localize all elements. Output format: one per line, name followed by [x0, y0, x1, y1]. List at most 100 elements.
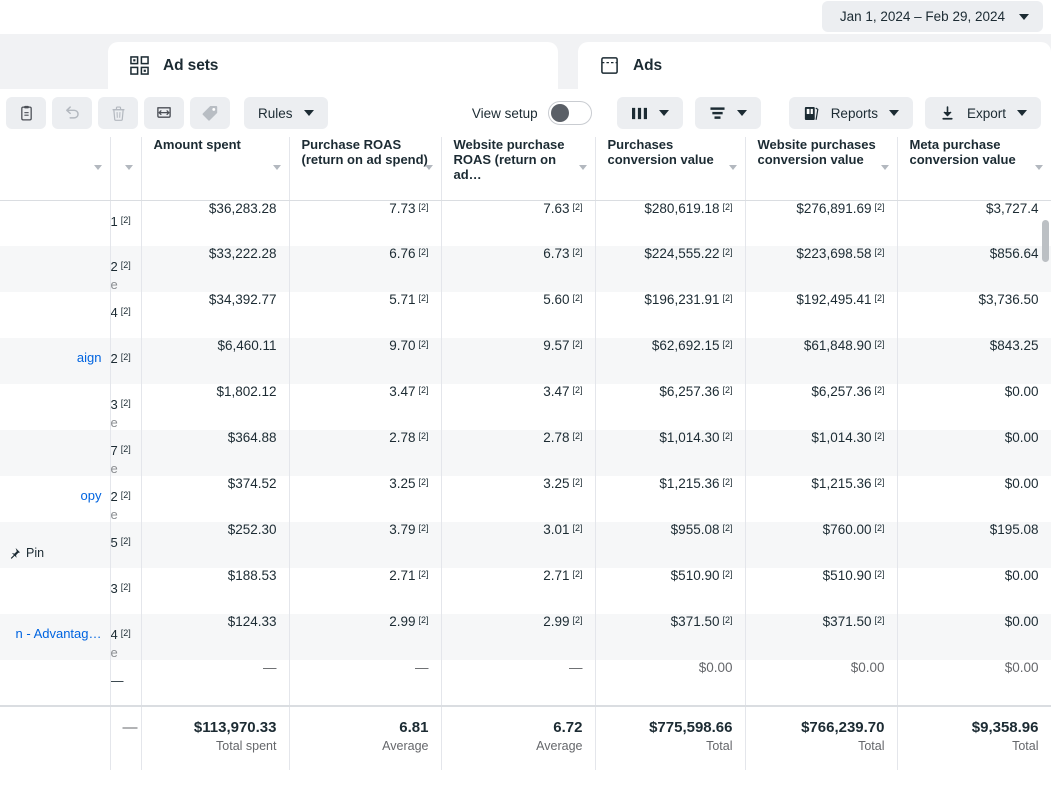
campaign-name-link[interactable]: opy — [81, 488, 102, 503]
campaign-name-cell[interactable] — [0, 384, 111, 430]
ab-test-button[interactable] — [144, 97, 184, 129]
footnote-marker: [2] — [722, 615, 733, 625]
undo-button[interactable] — [52, 97, 92, 129]
purchase-roas-cell: 3.47 [2] — [289, 384, 442, 430]
table-row[interactable]: 3 [2] $188.53 2.71 [2] 2.71 [2] $510.90 [2] $510.… — [0, 568, 1051, 614]
campaign-name-cell[interactable] — [0, 200, 111, 246]
column-header-name[interactable] — [0, 137, 111, 201]
chevron-down-icon[interactable] — [272, 165, 281, 170]
chevron-down-icon[interactable] — [93, 165, 102, 170]
table-row[interactable]: — — — — $0.00 $0.00 $0.00 — [0, 660, 1051, 706]
purchases-conversion-value-cell: $955.08 [2] — [595, 522, 746, 568]
footnote-marker: [2] — [874, 477, 885, 487]
footnote-marker: [2] — [572, 523, 583, 533]
column-header-results[interactable] — [110, 137, 142, 201]
chevron-down-icon — [1017, 110, 1027, 116]
footnote-marker: [2] — [120, 306, 131, 316]
results-value: 2 [2] — [110, 259, 131, 274]
purchases-conversion-value-cell: $0.00 — [595, 660, 746, 706]
chevron-down-icon[interactable] — [880, 165, 889, 170]
table-row[interactable]: Pin 5 [2] $252.30 3.79 [2] 3.01 [2] $955.08 [2] $7… — [0, 522, 1051, 568]
pin-button[interactable]: Pin — [8, 546, 44, 560]
chevron-down-icon[interactable] — [1034, 165, 1043, 170]
campaign-name-cell[interactable] — [0, 430, 111, 476]
totals-meta-purchase-conversion-value: $9,358.96 Total — [897, 705, 1051, 770]
chevron-down-icon[interactable] — [124, 165, 133, 170]
table-row[interactable]: 3 [2] e $1,802.12 3.47 [2] 3.47 [2] $6,257.36 [2]… — [0, 384, 1051, 430]
footnote-marker: [2] — [418, 293, 429, 303]
website-purchases-conversion-value-cell: $192,495.41 [2] — [745, 292, 898, 338]
results-value: — — [110, 673, 124, 688]
campaign-name-cell[interactable] — [0, 292, 111, 338]
rules-button[interactable]: Rules — [244, 97, 328, 129]
column-header-website-purchases-conversion-value[interactable]: Website purchases conversion value — [745, 137, 898, 201]
table-row[interactable]: n - Advantag… 4 [2] e $124.33 2.99 [2] 2.99 [2] $… — [0, 614, 1051, 660]
columns-button[interactable] — [616, 97, 683, 129]
table-row[interactable]: 7 [2] e $364.88 2.78 [2] 2.78 [2] $1,014.30 [2] $1… — [0, 430, 1051, 476]
reports-icon — [803, 105, 820, 122]
grid-icon — [130, 56, 149, 75]
column-header-meta-purchase-conversion-value[interactable]: Meta purchase conversion value — [897, 137, 1051, 201]
vertical-scrollbar[interactable] — [1042, 220, 1049, 262]
reports-button[interactable]: Reports — [788, 97, 913, 129]
chevron-down-icon[interactable] — [728, 165, 737, 170]
footnote-marker: [2] — [572, 385, 583, 395]
column-header-purchase-roas[interactable]: Purchase ROAS (return on ad spend) — [289, 137, 442, 201]
campaign-name-cell[interactable] — [0, 246, 111, 292]
website-purchase-roas-cell: — — [441, 660, 596, 706]
meta-purchase-conversion-value-cell: $3,727.4 — [897, 200, 1051, 246]
delete-button[interactable] — [98, 97, 138, 129]
footnote-marker: [2] — [418, 477, 429, 487]
column-header-amount-spent[interactable]: Amount spent — [141, 137, 290, 201]
chevron-down-icon[interactable] — [578, 165, 587, 170]
table-row[interactable]: 1 [2] $36,283.28 7.73 [2] 7.63 [2] $280,619.18[… — [0, 200, 1051, 246]
data-table-container[interactable]: Amount spent Purchase ROAS (return on ad… — [0, 137, 1051, 796]
chevron-down-icon[interactable] — [424, 165, 433, 170]
column-header-purchases-conversion-value[interactable]: Purchases conversion value — [595, 137, 746, 201]
totals-website-purchase-roas: 6.72 Average — [441, 705, 596, 770]
amount-spent-cell: $374.52 — [141, 476, 290, 522]
campaign-name-link[interactable]: n - Advantag… — [16, 626, 102, 641]
website-purchases-conversion-value-cell: $760.00 [2] — [745, 522, 898, 568]
totals-purchases-conversion-value: $775,598.66 Total — [595, 705, 746, 770]
campaign-name-link[interactable]: aign — [77, 350, 102, 365]
view-setup-toggle[interactable] — [547, 101, 592, 125]
campaign-name-cell[interactable] — [0, 568, 111, 614]
results-value: 3 [2] — [110, 581, 131, 596]
website-purchases-conversion-value-cell: $6,257.36 [2] — [745, 384, 898, 430]
campaign-name-cell[interactable]: n - Advantag… — [0, 614, 111, 660]
table-row[interactable]: 2 [2] e $33,222.28 6.76 [2] 6.73 [2] $224,555.22… — [0, 246, 1051, 292]
campaign-name-cell[interactable]: aign — [0, 338, 111, 384]
table-row[interactable]: opy 2 [2] e $374.52 3.25 [2] 3.25 [2] $1,215.36 [2… — [0, 476, 1051, 522]
meta-purchase-conversion-value-cell: $3,736.50 — [897, 292, 1051, 338]
table-row[interactable]: aign 2 [2] $6,460.11 9.70 [2] 9.57 [2] $62,692.1… — [0, 338, 1051, 384]
campaign-name-cell[interactable] — [0, 660, 111, 706]
top-bar: Jan 1, 2024 – Feb 29, 2024 — [0, 0, 1051, 34]
footnote-marker: [2] — [874, 293, 885, 303]
results-cell: 2 [2] e — [110, 246, 142, 292]
campaign-name-cell[interactable]: opy — [0, 476, 111, 522]
undo-icon — [63, 104, 81, 122]
toolbar: Rules View setup Reports Export — [0, 89, 1051, 137]
tag-button[interactable] — [190, 97, 230, 129]
date-range-picker[interactable]: Jan 1, 2024 – Feb 29, 2024 — [821, 1, 1043, 32]
website-purchase-roas-cell: 3.47 [2] — [441, 384, 596, 430]
campaign-name-cell[interactable]: Pin — [0, 522, 111, 568]
results-cell: 5 [2] — [110, 522, 142, 568]
tab-ads[interactable]: Ads — [578, 42, 1051, 89]
export-button[interactable]: Export — [924, 97, 1041, 129]
chevron-down-icon — [1019, 13, 1029, 20]
website-purchases-conversion-value-cell: $1,215.36 [2] — [745, 476, 898, 522]
totals-website-purchases-conversion-value-value: $766,239.70 — [801, 719, 885, 736]
breakdown-icon — [709, 106, 726, 121]
column-header-website-purchase-roas[interactable]: Website purchase ROAS (return on ad… — [441, 137, 596, 201]
results-value: 1 [2] — [110, 213, 131, 229]
breakdown-button[interactable] — [694, 97, 761, 129]
table-row[interactable]: 4 [2] $34,392.77 5.71 [2] 5.60 [2] $196,231.91[… — [0, 292, 1051, 338]
duplicate-button[interactable] — [6, 97, 46, 129]
tab-ad-sets[interactable]: Ad sets — [108, 42, 558, 89]
tab-ad-sets-label: Ad sets — [163, 56, 219, 74]
footnote-marker: [2] — [572, 201, 583, 212]
footnote-marker: [2] — [418, 385, 429, 395]
column-header-website-purchase-roas-label: Website purchase ROAS (return on ad… — [453, 137, 565, 182]
